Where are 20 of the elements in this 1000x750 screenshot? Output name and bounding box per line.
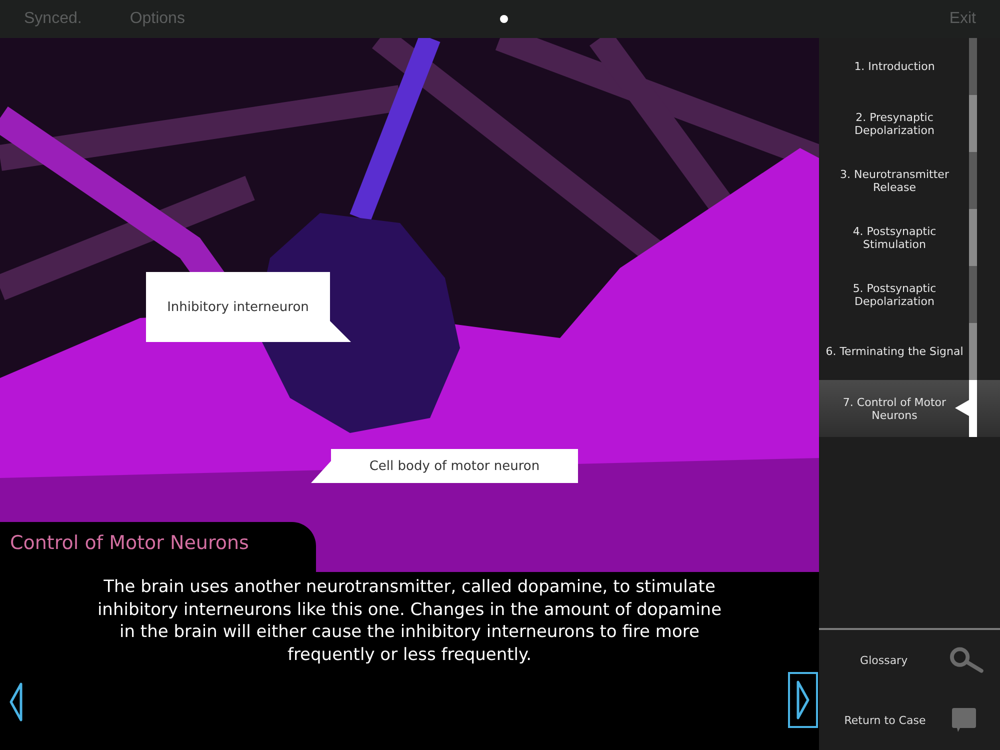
next-button[interactable]: [788, 672, 818, 728]
callout-label: Cell body of motor neuron: [311, 449, 578, 483]
chapter-item[interactable]: 5. Postsynaptic Depolarization: [819, 266, 1000, 323]
narration-text: The brain uses another neurotransmitter, called dopamine, to stimulate inhibitory interneurons like this one. Changes in the amount of dopamine in the brain will either cause the inhibitory interneurons to fire more frequently or less frequently.: [96, 576, 723, 666]
sync-status: Synced.: [24, 10, 82, 28]
chapter-item[interactable]: 1. Introduction: [819, 38, 1000, 95]
right-triangle-icon: [795, 680, 811, 720]
page-dot-icon: [500, 15, 508, 23]
speech-bubble-icon: [951, 707, 977, 733]
chapter-item[interactable]: 4. Postsynaptic Stimulation: [819, 209, 1000, 266]
section-title: Control of Motor Neurons: [0, 522, 316, 572]
chapter-item[interactable]: 6. Terminating the Signal: [819, 323, 1000, 380]
left-triangle-icon: [8, 682, 24, 722]
chapter-item[interactable]: 2. Presynaptic Depolarization: [819, 95, 1000, 152]
tool-button[interactable]: Return to Case: [819, 690, 1000, 750]
callout-label: Inhibitory interneuron: [146, 272, 351, 342]
search-icon: [948, 647, 984, 673]
chapter-item[interactable]: 7. Control of Motor Neurons: [819, 380, 1000, 437]
tool-button[interactable]: Glossary: [819, 630, 1000, 690]
chapter-item[interactable]: 3. Neurotransmitter Release: [819, 152, 1000, 209]
